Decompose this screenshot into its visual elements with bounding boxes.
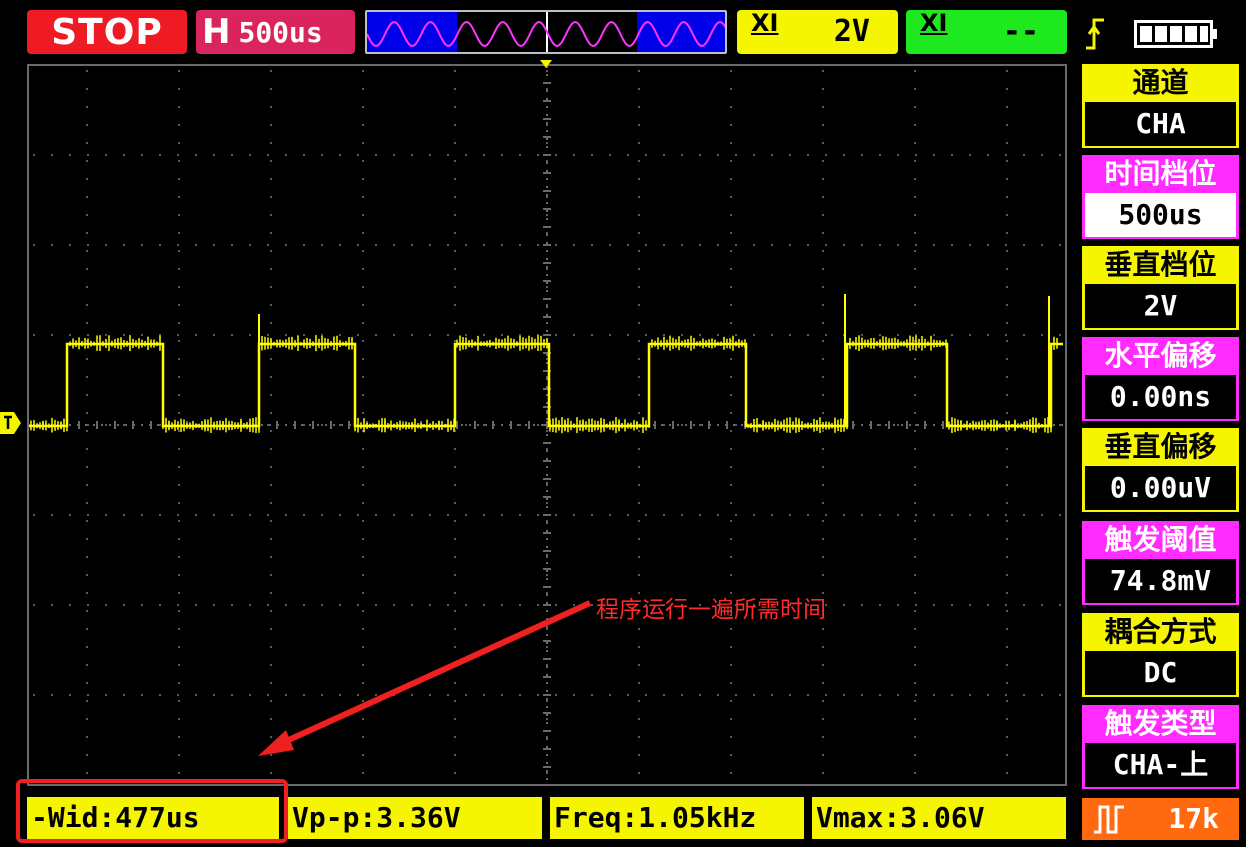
frequency-counter-value: 17k <box>1168 802 1219 835</box>
waveform-overview[interactable] <box>365 10 727 54</box>
menu-value: 500us <box>1085 193 1236 237</box>
menu-label: 垂直档位 <box>1104 248 1217 281</box>
measurement-text: Vmax:3.06V <box>816 801 985 834</box>
measurement-text: Freq:1.05kHz <box>554 801 757 834</box>
measurement-vmax[interactable]: Vmax:3.06V <box>812 797 1066 839</box>
menu-item-vertical-scale[interactable]: 垂直档位 2V <box>1082 246 1239 330</box>
measurement-frequency[interactable]: Freq:1.05kHz <box>550 797 804 839</box>
menu-item-horizontal-offset[interactable]: 水平偏移 0.00ns <box>1082 337 1239 421</box>
channel-scale-value: 2V <box>833 14 870 49</box>
menu-label: 通道 <box>1132 66 1189 99</box>
menu-label: 垂直偏移 <box>1104 430 1217 463</box>
menu-label: 耦合方式 <box>1104 615 1217 648</box>
waveform-overview-graphic <box>367 12 725 52</box>
annotation-text: 程序运行一遍所需时间 <box>596 597 826 623</box>
menu-value: 0.00ns <box>1085 375 1236 419</box>
menu-label: 触发阈值 <box>1104 523 1217 556</box>
menu-value: 2V <box>1085 284 1236 328</box>
menu-item-channel[interactable]: 通道 CHA <box>1082 64 1239 148</box>
timebase-value: 500us <box>238 15 323 49</box>
run-stop-button[interactable]: STOP <box>27 10 187 54</box>
menu-value: 74.8mV <box>1085 559 1236 603</box>
timebase-prefix: H <box>202 12 231 52</box>
menu-label: 水平偏移 <box>1104 339 1217 372</box>
menu-item-trigger-level[interactable]: 触发阈值 74.8mV <box>1082 521 1239 605</box>
rising-edge-icon <box>1086 18 1104 50</box>
trigger-position-marker <box>540 60 552 68</box>
trigger-indicator[interactable]: XI -- <box>906 10 1067 54</box>
menu-label: 时间档位 <box>1104 157 1217 190</box>
menu-value: 0.00uV <box>1085 466 1236 510</box>
highlight-box <box>16 779 288 843</box>
menu-label: 触发类型 <box>1104 707 1217 740</box>
frequency-counter-button[interactable]: 17k <box>1082 798 1239 840</box>
channel-scale-label: XI <box>751 9 779 37</box>
measurement-text: Vp-p:3.36V <box>292 801 461 834</box>
menu-item-coupling[interactable]: 耦合方式 DC <box>1082 613 1239 697</box>
scope-display[interactable] <box>27 64 1067 786</box>
status-bar: STOP H 500us XI 2V XI -- <box>0 0 1246 58</box>
measurement-vpp[interactable]: Vp-p:3.36V <box>288 797 542 839</box>
menu-item-vertical-offset[interactable]: 垂直偏移 0.00uV <box>1082 428 1239 512</box>
menu-item-timebase[interactable]: 时间档位 500us <box>1082 155 1239 239</box>
timebase-indicator[interactable]: H 500us <box>196 10 355 54</box>
menu-value: DC <box>1085 651 1236 695</box>
trigger-label: XI <box>920 9 948 37</box>
menu-value: CHA-上 <box>1085 743 1236 787</box>
run-state-label: STOP <box>51 11 163 53</box>
battery-full-icon <box>1134 20 1217 48</box>
menu-item-trigger-type[interactable]: 触发类型 CHA-上 <box>1082 705 1239 789</box>
channel-a-trace <box>29 294 1063 434</box>
trigger-value: -- <box>1002 14 1039 49</box>
pulse-icon <box>1094 805 1124 834</box>
channel-scale-indicator[interactable]: XI 2V <box>737 10 898 54</box>
menu-value: CHA <box>1085 102 1236 146</box>
channel-ground-marker <box>0 412 21 434</box>
